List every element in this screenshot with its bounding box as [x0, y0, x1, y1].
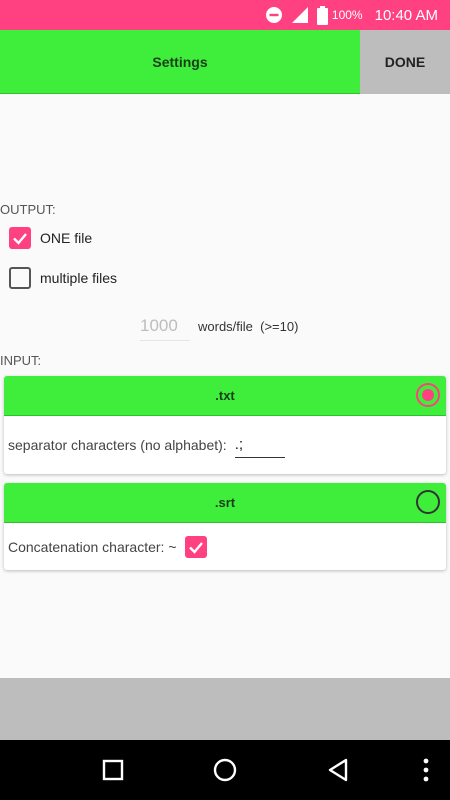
recents-icon[interactable] — [101, 758, 125, 782]
page-title: Settings — [0, 30, 360, 94]
separator-input[interactable] — [234, 432, 285, 458]
srt-card-body: Concatenation character: ~ — [4, 523, 446, 570]
bottom-bar — [0, 678, 450, 740]
srt-card-header[interactable]: .srt — [4, 483, 446, 523]
concatenation-checkbox[interactable] — [184, 535, 207, 558]
multiple-files-option[interactable]: multiple files — [9, 267, 117, 289]
concatenation-label: Concatenation character: ~ — [8, 538, 177, 555]
words-per-file-label: words/file (>=10) — [198, 319, 299, 334]
status-bar: 100% 10:40 AM — [0, 0, 450, 30]
output-section-label: OUTPUT: — [0, 202, 56, 217]
txt-card: .txt separator characters (no alphabet): — [4, 376, 446, 474]
one-file-option[interactable]: ONE file — [9, 227, 92, 249]
do-not-disturb-icon — [265, 6, 283, 24]
done-button[interactable]: DONE — [360, 30, 450, 94]
srt-card: .srt Concatenation character: ~ — [4, 483, 446, 570]
back-icon[interactable] — [326, 758, 350, 782]
srt-radio-button[interactable] — [416, 490, 440, 514]
words-per-file-input[interactable] — [140, 312, 190, 341]
battery-icon — [316, 5, 328, 25]
status-time: 10:40 AM — [374, 6, 438, 24]
txt-card-body: separator characters (no alphabet): — [4, 416, 446, 474]
txt-card-title: .txt — [215, 388, 235, 403]
signal-icon — [291, 6, 309, 24]
navigation-bar — [0, 740, 450, 800]
srt-card-title: .srt — [214, 495, 236, 510]
one-file-label: ONE file — [40, 230, 93, 246]
words-per-file-row: words/file (>=10) — [140, 312, 298, 341]
separator-label: separator characters (no alphabet): — [8, 437, 227, 453]
checkmark-icon — [13, 233, 27, 245]
battery-percent: 100% — [331, 8, 363, 22]
one-file-checkbox[interactable] — [9, 227, 31, 249]
overflow-menu-icon[interactable] — [414, 758, 438, 782]
multiple-files-label: multiple files — [40, 270, 118, 286]
txt-radio-button[interactable] — [416, 383, 440, 407]
checkmark-icon — [188, 541, 203, 554]
txt-card-header[interactable]: .txt — [4, 376, 446, 416]
input-section-label: INPUT: — [0, 353, 42, 368]
multiple-files-checkbox[interactable] — [9, 267, 31, 289]
home-icon[interactable] — [213, 758, 237, 782]
toolbar: Settings DONE — [0, 30, 450, 94]
